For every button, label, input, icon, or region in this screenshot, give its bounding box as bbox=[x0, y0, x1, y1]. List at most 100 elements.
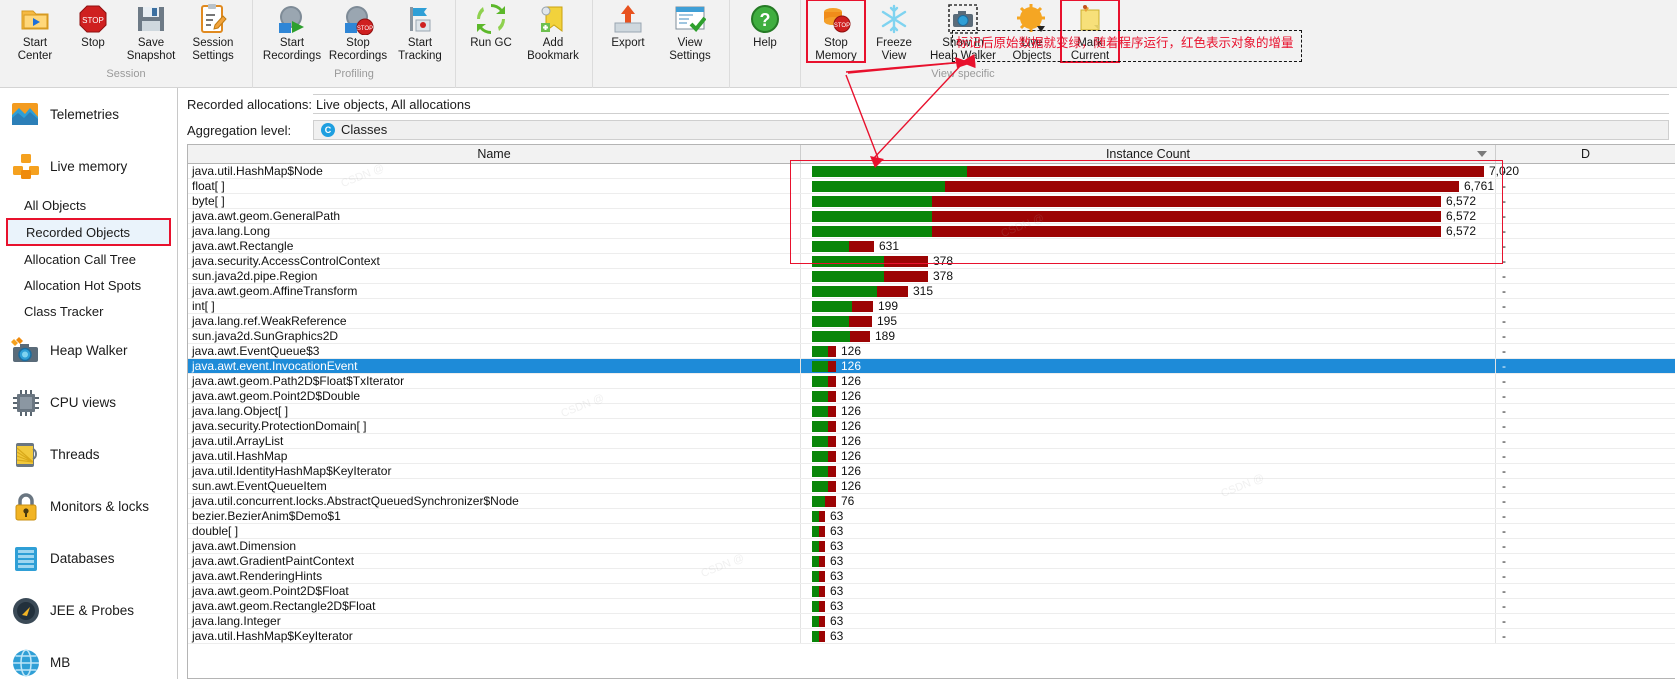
table-row[interactable]: java.awt.RenderingHints 63 - bbox=[188, 569, 1675, 584]
instance-count-bar bbox=[812, 615, 825, 627]
sort-descending-icon[interactable] bbox=[1477, 151, 1487, 157]
table-row[interactable]: java.awt.geom.AffineTransform 315 - bbox=[188, 284, 1675, 299]
bar-segment-increment bbox=[932, 210, 1441, 222]
cell-class-name: java.awt.event.InvocationEvent bbox=[188, 359, 801, 373]
bar-segment-increment bbox=[819, 540, 825, 552]
toolbar-button-stop[interactable]: STOP Stop bbox=[64, 0, 122, 50]
toolbar-button-live-objects[interactable]: Live Objects bbox=[1003, 0, 1061, 62]
table-row[interactable]: java.security.AccessControlContext 378 - bbox=[188, 254, 1675, 269]
aggregation-level-select[interactable]: C Classes bbox=[313, 120, 1669, 140]
instance-count-value: 63 bbox=[830, 509, 844, 523]
table-row[interactable]: java.awt.Rectangle 631 - bbox=[188, 239, 1675, 254]
toolbar-button-save-snapshot[interactable]: Save Snapshot bbox=[122, 0, 180, 62]
toolbar-button-export[interactable]: Export bbox=[599, 0, 657, 50]
table-row[interactable]: java.util.HashMap 126 - bbox=[188, 449, 1675, 464]
table-row[interactable]: java.awt.geom.Rectangle2D$Float 63 - bbox=[188, 599, 1675, 614]
table-body[interactable]: java.util.HashMap$Node 7,020- float[ ] 6,76… bbox=[188, 164, 1675, 678]
sidebar-item-live-memory[interactable]: Live memory bbox=[0, 140, 177, 192]
table-row[interactable]: java.awt.geom.GeneralPath 6,572 - bbox=[188, 209, 1675, 224]
aggregation-level-label: Aggregation level: bbox=[187, 122, 292, 138]
table-row[interactable]: java.security.ProtectionDomain[ ] 126 - bbox=[188, 419, 1675, 434]
toolbar-button-label: Run GC bbox=[470, 37, 512, 49]
table-row[interactable]: java.awt.Dimension 63 - bbox=[188, 539, 1675, 554]
table-row[interactable]: byte[ ] 6,572 - bbox=[188, 194, 1675, 209]
table-row[interactable]: java.awt.event.InvocationEvent 126 - bbox=[188, 359, 1675, 374]
toolbar-button-stop-recordings[interactable]: STOP Stop Recordings bbox=[325, 0, 391, 62]
column-header-name[interactable]: Name bbox=[188, 145, 801, 163]
table-row[interactable]: sun.java2d.SunGraphics2D 189 - bbox=[188, 329, 1675, 344]
table-row[interactable]: java.lang.ref.WeakReference 195 - bbox=[188, 314, 1675, 329]
instance-count-value: 63 bbox=[830, 539, 844, 553]
sidebar-item-allocation-call-tree[interactable]: Allocation Call Tree bbox=[0, 246, 177, 272]
instance-count-value: 195 bbox=[877, 314, 898, 328]
sidebar-item-jee-probes[interactable]: JEE & Probes bbox=[0, 584, 177, 636]
toolbar-button-run-gc[interactable]: Run GC bbox=[462, 0, 520, 50]
table-row[interactable]: bezier.BezierAnim$Demo$1 63 - bbox=[188, 509, 1675, 524]
bar-segment-marked bbox=[812, 480, 828, 492]
toolbar-button-start-center[interactable]: Start Center bbox=[6, 0, 64, 62]
table-row[interactable]: sun.java2d.pipe.Region 378 - bbox=[188, 269, 1675, 284]
sidebar-item-telemetries[interactable]: Telemetries bbox=[0, 88, 177, 140]
toolbar-button-stop-memory[interactable]: STOP Stop Memory bbox=[806, 0, 866, 63]
toolbar-button-start-tracking[interactable]: Start Tracking bbox=[391, 0, 449, 62]
toolbar-button-start-recordings[interactable]: Start Recordings bbox=[259, 0, 325, 62]
sidebar-item-heap-walker[interactable]: Heap Walker bbox=[0, 324, 177, 376]
sidebar-item-label: Monitors & locks bbox=[50, 498, 150, 514]
sidebar-item-databases[interactable]: Databases bbox=[0, 532, 177, 584]
cell-class-name: double[ ] bbox=[188, 524, 801, 538]
sidebar-item-monitors-locks[interactable]: Monitors & locks bbox=[0, 480, 177, 532]
toolbar-button-show-in-heap-walker[interactable]: Show In Heap Walker bbox=[923, 0, 1003, 62]
table-row[interactable]: java.awt.GradientPaintContext 63 - bbox=[188, 554, 1675, 569]
toolbar-button-session-settings[interactable]: Session Settings bbox=[180, 0, 246, 62]
table-row[interactable]: sun.awt.EventQueueItem 126 - bbox=[188, 479, 1675, 494]
table-row[interactable]: java.util.HashMap$KeyIterator 63 - bbox=[188, 629, 1675, 644]
table-row[interactable]: java.lang.Object[ ] 126 - bbox=[188, 404, 1675, 419]
bar-segment-marked bbox=[812, 600, 819, 612]
table-row[interactable]: java.util.IdentityHashMap$KeyIterator 126… bbox=[188, 464, 1675, 479]
instance-count-bar bbox=[812, 285, 908, 297]
sidebar-item-threads[interactable]: Threads bbox=[0, 428, 177, 480]
table-row[interactable]: int[ ] 199 - bbox=[188, 299, 1675, 314]
table-row[interactable]: java.util.ArrayList 126 - bbox=[188, 434, 1675, 449]
table-row[interactable]: java.lang.Long 6,572 - bbox=[188, 224, 1675, 239]
table-row[interactable]: java.awt.geom.Point2D$Double 126 - bbox=[188, 389, 1675, 404]
table-row[interactable]: java.awt.geom.Point2D$Float 63 - bbox=[188, 584, 1675, 599]
column-header-d[interactable]: D bbox=[1496, 145, 1675, 163]
toolbar-button-help[interactable]: ? Help bbox=[736, 0, 794, 50]
table-row[interactable]: java.lang.Integer 63 - bbox=[188, 614, 1675, 629]
sidebar-item-recorded-objects[interactable]: Recorded Objects bbox=[6, 218, 171, 246]
cell-instance-count: 189 bbox=[801, 329, 1496, 343]
toolbar-button-view-settings[interactable]: View Settings bbox=[657, 0, 723, 62]
cell-d: - bbox=[1502, 179, 1506, 193]
toolbar-group-label: Session bbox=[106, 68, 146, 80]
classes-badge-icon: C bbox=[321, 123, 335, 137]
sidebar-item-allocation-hot-spots[interactable]: Allocation Hot Spots bbox=[0, 272, 177, 298]
sidebar-item-all-objects[interactable]: All Objects bbox=[0, 192, 177, 218]
toolbar-button-label: Start Tracking bbox=[398, 37, 442, 62]
cell-d: - bbox=[1502, 434, 1506, 448]
instance-count-bar bbox=[812, 360, 836, 372]
instance-count-value: 63 bbox=[830, 524, 844, 538]
sidebar-item-mb[interactable]: MB bbox=[0, 636, 177, 679]
table-row[interactable]: float[ ] 6,761- bbox=[188, 179, 1675, 194]
table-row[interactable]: double[ ] 63 - bbox=[188, 524, 1675, 539]
cell-class-name: java.lang.ref.WeakReference bbox=[188, 314, 801, 328]
svg-text:STOP: STOP bbox=[82, 16, 104, 25]
table-row[interactable]: java.awt.EventQueue$3 126 - bbox=[188, 344, 1675, 359]
cell-class-name: java.lang.Object[ ] bbox=[188, 404, 801, 418]
table-row[interactable]: java.awt.geom.Path2D$Float$TxIterator 126… bbox=[188, 374, 1675, 389]
sidebar-item-cpu-views[interactable]: CPU views bbox=[0, 376, 177, 428]
instance-count-bar bbox=[812, 480, 836, 492]
toolbar-group-items: Start Center STOP Stop Save Snapshot Session… bbox=[6, 0, 246, 66]
cell-instance-count: 126 bbox=[801, 434, 1496, 448]
toolbar-button-add-bookmark[interactable]: Add Bookmark bbox=[520, 0, 586, 62]
table-row[interactable]: java.util.HashMap$Node 7,020- bbox=[188, 164, 1675, 179]
toolbar-button-freeze-view[interactable]: Freeze View bbox=[865, 0, 923, 62]
table-row[interactable]: java.util.concurrent.locks.AbstractQueue… bbox=[188, 494, 1675, 509]
sidebar-item-class-tracker[interactable]: Class Tracker bbox=[0, 298, 177, 324]
column-header-instance-count[interactable]: Instance Count bbox=[801, 145, 1496, 163]
recorded-allocations-value[interactable]: Live objects, All allocations bbox=[313, 94, 1669, 114]
instance-count-value: 199 bbox=[878, 299, 899, 313]
bar-segment-increment bbox=[884, 255, 928, 267]
toolbar-button-mark-current[interactable]: Mark Current bbox=[1060, 0, 1120, 63]
